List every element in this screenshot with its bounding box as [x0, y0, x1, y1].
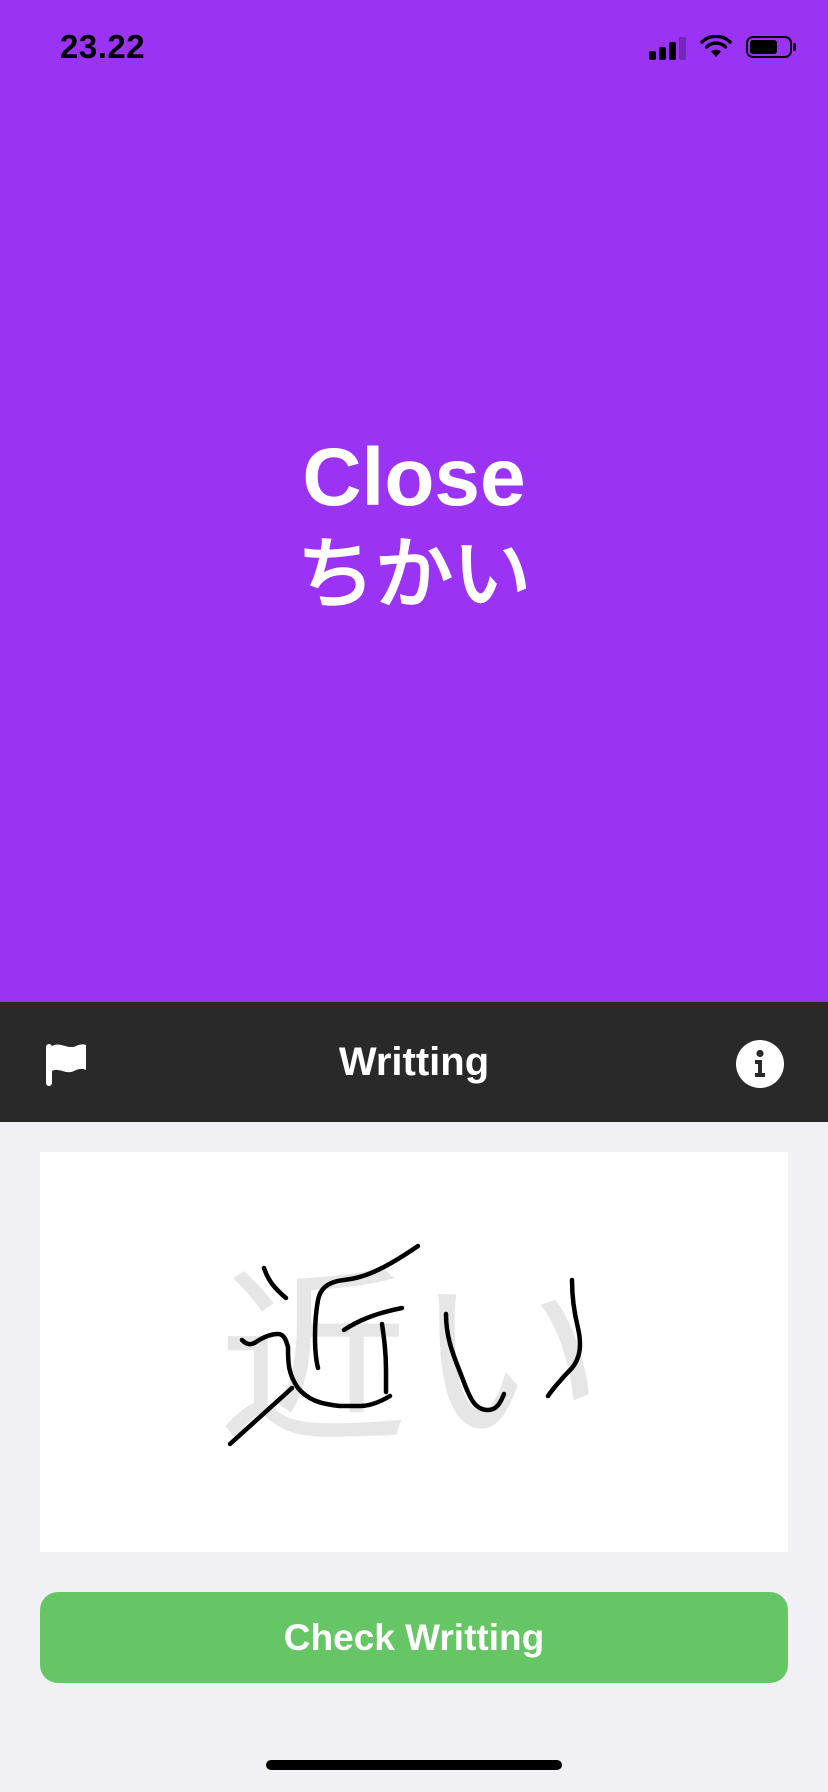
card-word: Close [302, 432, 526, 523]
wifi-icon [700, 35, 732, 57]
info-icon[interactable] [736, 1040, 784, 1088]
card-reading: ちかい [296, 530, 531, 618]
check-writing-button[interactable]: Check Writting [40, 1592, 788, 1683]
toolbar-title: Writting [338, 1040, 490, 1084]
flashcard: 23.22 Close ちかい [0, 0, 828, 1002]
writing-toolbar: Writting [0, 1002, 828, 1122]
status-icons [649, 34, 796, 60]
card-text: Close ちかい [0, 430, 828, 622]
handwriting-strokes [227, 1243, 583, 1447]
home-indicator[interactable] [266, 1760, 562, 1770]
writing-canvas[interactable]: 近い [40, 1152, 788, 1552]
cellular-signal-icon [649, 34, 686, 60]
status-time: 23.22 [60, 28, 146, 65]
battery-icon [746, 36, 796, 58]
